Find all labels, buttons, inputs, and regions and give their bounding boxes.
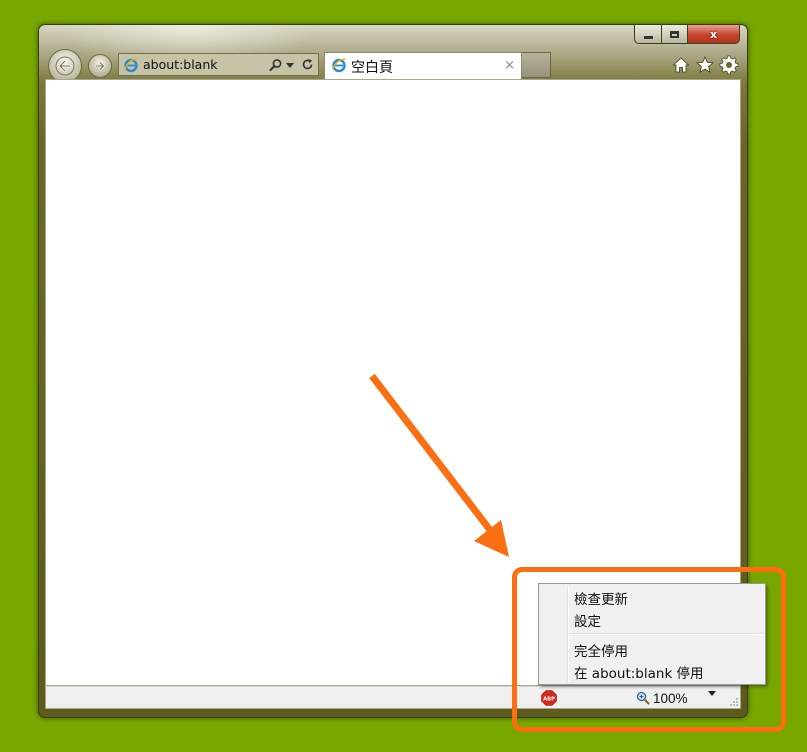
minimize-button[interactable] [634,25,662,44]
ie-logo-icon [123,58,138,73]
back-button[interactable] [48,49,82,83]
close-icon: x [709,27,718,41]
tab-blank-page[interactable]: 空白頁 × [324,52,522,79]
tab-title: 空白頁 [351,60,393,76]
address-url[interactable]: about:blank [143,57,218,72]
maximize-icon [670,30,679,38]
desktop: x about:blank 空白頁 × ABP 100% 檢查更新 設定 完全停… [0,0,807,752]
ie-logo-icon [331,58,346,73]
back-arrow-icon [55,56,75,76]
close-button[interactable]: x [687,25,740,44]
forward-arrow-icon [94,61,105,71]
search-icon[interactable] [269,58,283,72]
address-bar[interactable]: about:blank [118,53,319,76]
new-tab-button[interactable] [522,52,551,78]
star-icon[interactable] [695,55,715,75]
home-icon[interactable] [671,55,691,75]
forward-button[interactable] [88,54,112,78]
chevron-down-icon[interactable] [286,63,294,68]
refresh-icon[interactable] [301,58,314,71]
tab-close-icon[interactable]: × [504,58,515,73]
minimize-icon [643,35,653,39]
gear-icon[interactable] [719,55,739,75]
maximize-button[interactable] [661,25,688,44]
annotation-highlight-box [512,567,786,732]
